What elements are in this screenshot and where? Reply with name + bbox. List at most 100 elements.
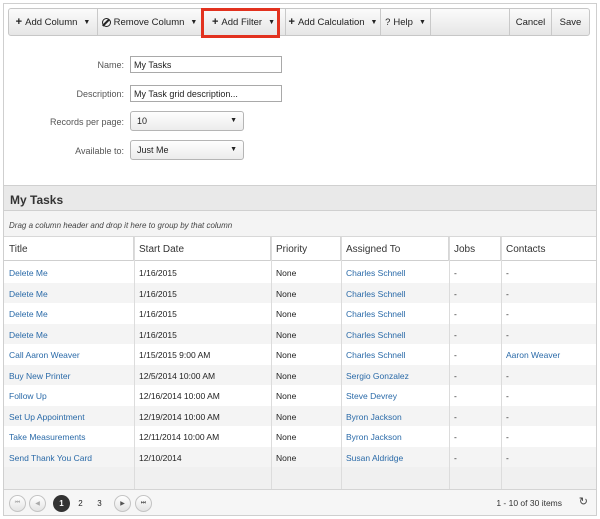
cell-priority: None: [276, 329, 297, 340]
grid-title: My Tasks: [4, 185, 596, 211]
description-input[interactable]: [130, 85, 282, 102]
remove-column-label: Remove Column: [113, 16, 185, 28]
cell-title[interactable]: Take Measurements: [4, 426, 134, 447]
help-button[interactable]: ? Help ▼: [381, 9, 431, 35]
table-row[interactable]: Delete Me 1/16/2015 None Charles Schnell - -: [4, 323, 596, 345]
cell-title[interactable]: Delete Me: [4, 303, 134, 324]
save-button[interactable]: Save: [551, 9, 589, 35]
add-filter-button[interactable]: + Add Filter ▼: [202, 9, 286, 35]
group-drop-area[interactable]: Drag a column header and drop it here to…: [4, 211, 596, 237]
add-column-button[interactable]: + Add Column ▼: [9, 9, 98, 35]
cell-priority: None: [276, 370, 297, 381]
cell-jobs: -: [454, 452, 457, 463]
page-3-button[interactable]: 3: [91, 495, 108, 512]
cell-start-date: 12/11/2014 10:00 AM: [139, 432, 220, 442]
column-header-jobs[interactable]: Jobs: [449, 237, 501, 261]
cancel-label: Cancel: [515, 16, 546, 28]
remove-column-button[interactable]: Remove Column ▼: [98, 9, 202, 35]
cell-title[interactable]: Follow Up: [4, 385, 134, 406]
column-header-title[interactable]: Title: [4, 237, 134, 261]
column-divider: [341, 237, 342, 489]
cell-start-date: 12/19/2014 10:00 AM: [139, 411, 220, 422]
table-row[interactable]: Set Up Appointment 12/19/2014 10:00 AM Non…: [4, 405, 596, 427]
cell-assigned-to[interactable]: Byron Jackson: [341, 426, 449, 447]
table-row[interactable]: Buy New Printer 12/5/2014 10:00 AM None Ser…: [4, 364, 596, 386]
cell-start-date: 12/16/2014 10:00 AM: [139, 391, 220, 401]
cell-priority: None: [276, 411, 297, 422]
previous-page-button[interactable]: ◀: [29, 495, 46, 512]
cell-jobs: -: [454, 391, 457, 401]
cell-assigned-to[interactable]: Charles Schnell: [341, 262, 449, 283]
toolbar: + Add Column ▼ Remove Column ▼ + Add Fil…: [8, 8, 590, 36]
cell-title[interactable]: Buy New Printer: [4, 365, 134, 386]
records-per-page-value: 10: [137, 116, 148, 126]
grid-empty-space: [4, 467, 596, 489]
cell-title[interactable]: Set Up Appointment: [4, 406, 134, 427]
column-divider: [449, 237, 450, 489]
cell-jobs: -: [454, 268, 457, 278]
page-1-button[interactable]: 1: [53, 495, 70, 512]
column-divider: [501, 237, 502, 489]
first-page-icon: ⏮: [14, 500, 21, 506]
cell-assigned-to[interactable]: Susan Aldridge: [341, 447, 449, 468]
refresh-icon[interactable]: ↻: [579, 495, 588, 508]
page-2-button[interactable]: 2: [72, 495, 89, 512]
add-column-label: Add Column: [25, 16, 78, 28]
cell-start-date: 1/16/2015: [139, 288, 177, 299]
name-label: Name:: [97, 60, 124, 70]
cell-assigned-to[interactable]: Charles Schnell: [341, 344, 449, 365]
chevron-down-icon: ▼: [370, 18, 378, 26]
table-row[interactable]: Take Measurements 12/11/2014 10:00 AM None…: [4, 426, 596, 447]
first-page-button[interactable]: ⏮: [9, 495, 26, 512]
cell-title[interactable]: Call Aaron Weaver: [4, 344, 134, 365]
cell-assigned-to[interactable]: Steve Devrey: [341, 385, 449, 406]
table-row[interactable]: Delete Me 1/16/2015 None Charles Schnell - -: [4, 262, 596, 283]
cell-title[interactable]: Send Thank You Card: [4, 447, 134, 468]
cell-contacts: -: [506, 370, 509, 381]
cell-priority: None: [276, 452, 297, 463]
add-calculation-button[interactable]: + Add Calculation ▼: [286, 9, 381, 35]
next-page-button[interactable]: ▶: [114, 495, 131, 512]
cell-contacts: -: [506, 288, 509, 299]
help-icon: ?: [385, 16, 391, 28]
plus-icon: +: [15, 16, 23, 28]
column-header-assigned-to[interactable]: Assigned To: [341, 237, 449, 261]
available-to-select[interactable]: Just Me ▼: [130, 140, 244, 160]
add-calculation-label: Add Calculation: [297, 16, 365, 28]
cancel-button[interactable]: Cancel: [509, 9, 551, 35]
cell-title[interactable]: Delete Me: [4, 283, 134, 304]
column-header-contacts[interactable]: Contacts: [501, 237, 596, 261]
records-per-page-select[interactable]: 10 ▼: [130, 111, 244, 131]
column-header-priority[interactable]: Priority: [271, 237, 341, 261]
name-input[interactable]: [130, 56, 282, 73]
plus-icon: +: [211, 16, 219, 28]
table-row[interactable]: Send Thank You Card 12/10/2014 None Susan A…: [4, 446, 596, 468]
cell-title[interactable]: Delete Me: [4, 324, 134, 345]
description-label: Description:: [76, 89, 124, 99]
cell-assigned-to[interactable]: Charles Schnell: [341, 283, 449, 304]
table-row[interactable]: Delete Me 1/16/2015 None Charles Schnell - -: [4, 303, 596, 324]
cell-start-date: 12/10/2014: [139, 452, 182, 463]
grid-body: Delete Me 1/16/2015 None Charles Schnell - - D…: [4, 262, 596, 467]
table-row[interactable]: Delete Me 1/16/2015 None Charles Schnell - -: [4, 282, 596, 304]
save-label: Save: [559, 16, 582, 28]
grid-header-row: Title Start Date Priority Assigned To Jo…: [4, 237, 596, 261]
last-page-button[interactable]: ⏭: [135, 495, 152, 512]
cell-contacts: -: [506, 329, 509, 340]
cell-priority: None: [276, 288, 297, 299]
cell-assigned-to[interactable]: Byron Jackson: [341, 406, 449, 427]
chevron-down-icon: ▼: [418, 18, 426, 26]
cell-assigned-to[interactable]: Sergio Gonzalez: [341, 365, 449, 386]
cell-contacts: -: [506, 432, 509, 442]
cell-title[interactable]: Delete Me: [4, 262, 134, 283]
cell-assigned-to[interactable]: Charles Schnell: [341, 324, 449, 345]
column-header-start-date[interactable]: Start Date: [134, 237, 271, 261]
cell-contacts: -: [506, 391, 509, 401]
cell-contacts[interactable]: Aaron Weaver: [501, 344, 596, 365]
available-to-value: Just Me: [137, 145, 169, 155]
cell-jobs: -: [454, 411, 457, 422]
cell-start-date: 12/5/2014 10:00 AM: [139, 370, 216, 381]
table-row[interactable]: Follow Up 12/16/2014 10:00 AM None Steve De…: [4, 385, 596, 406]
table-row[interactable]: Call Aaron Weaver 1/15/2015 9:00 AM None Ch…: [4, 344, 596, 365]
cell-assigned-to[interactable]: Charles Schnell: [341, 303, 449, 324]
